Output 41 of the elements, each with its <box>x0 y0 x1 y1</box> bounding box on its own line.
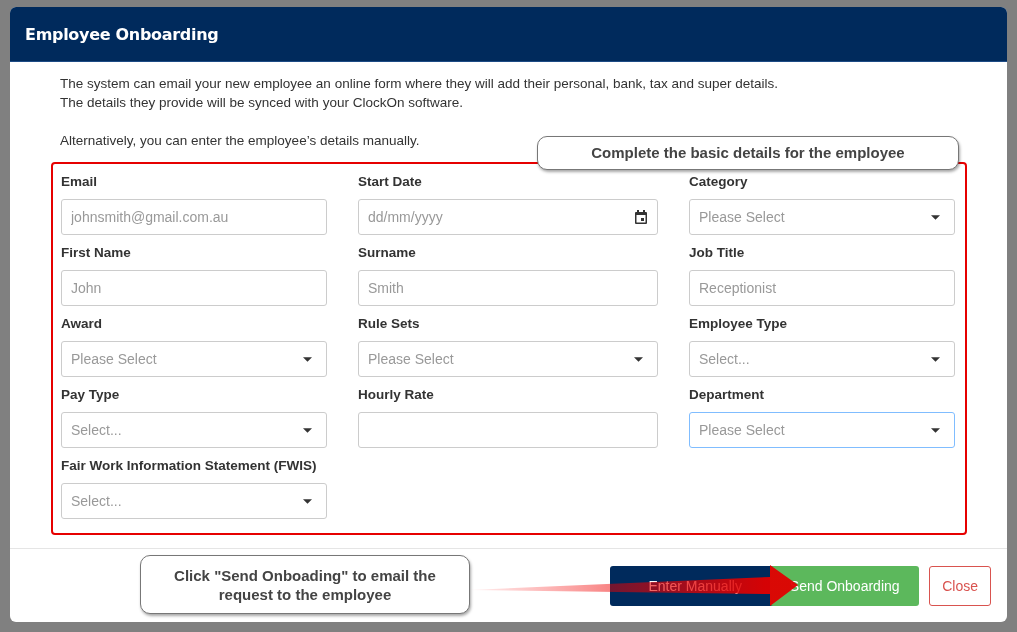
input-field[interactable]: Smith <box>358 270 658 306</box>
dropdown[interactable]: Select... <box>61 483 327 519</box>
field-label: Employee Type <box>689 316 789 332</box>
field-label: First Name <box>61 245 132 261</box>
field-label: Email <box>61 174 99 190</box>
calendar-icon <box>634 209 648 225</box>
dropdown[interactable]: Select... <box>61 412 327 448</box>
field-label: Category <box>689 174 749 190</box>
intro-text: The details they provide will be synced with your ClockOn software. <box>60 94 464 112</box>
field-label: Department <box>689 387 765 403</box>
caret-icon <box>931 428 940 433</box>
input-field[interactable] <box>358 412 658 448</box>
button[interactable]: Close <box>929 565 991 606</box>
dropdown[interactable]: Please Select <box>689 412 955 448</box>
intro-text: Alternatively, you can enter the employee’s details manually. <box>60 132 421 150</box>
date-field[interactable]: dd/mm/yyyy <box>358 199 658 235</box>
field-label: Surname <box>358 245 417 261</box>
dropdown[interactable]: Please Select <box>61 341 327 377</box>
caret-icon <box>303 428 312 433</box>
field-label: Award <box>61 316 103 332</box>
field-label: Start Date <box>358 174 423 190</box>
field-label: Fair Work Information Statement (FWIS) <box>61 458 318 474</box>
input-field[interactable]: johnsmith@gmail.com.au <box>61 199 327 235</box>
dropdown[interactable]: Select... <box>689 341 955 377</box>
dropdown[interactable]: Please Select <box>689 199 955 235</box>
dropdown[interactable]: Please Select <box>358 341 658 377</box>
callout: Click "Send Onboading" to email the request to the employee <box>140 555 470 614</box>
input-field[interactable]: Receptionist <box>689 270 955 306</box>
caret-icon <box>634 357 643 362</box>
dialog-title: Employee Onboarding <box>25 24 219 44</box>
caret-icon <box>931 357 940 362</box>
caret-icon <box>303 357 312 362</box>
callout: Complete the basic details for the employee <box>537 136 959 170</box>
caret-icon <box>303 499 312 504</box>
field-label: Hourly Rate <box>358 387 435 403</box>
field-label: Rule Sets <box>358 316 421 332</box>
field-label: Job Title <box>689 245 746 261</box>
intro-text: The system can email your new employee an online form where they will add their personal, bank, tax and super details. <box>60 75 780 93</box>
caret-icon <box>931 215 940 220</box>
input-field[interactable]: John <box>61 270 327 306</box>
field-label: Pay Type <box>61 387 121 403</box>
